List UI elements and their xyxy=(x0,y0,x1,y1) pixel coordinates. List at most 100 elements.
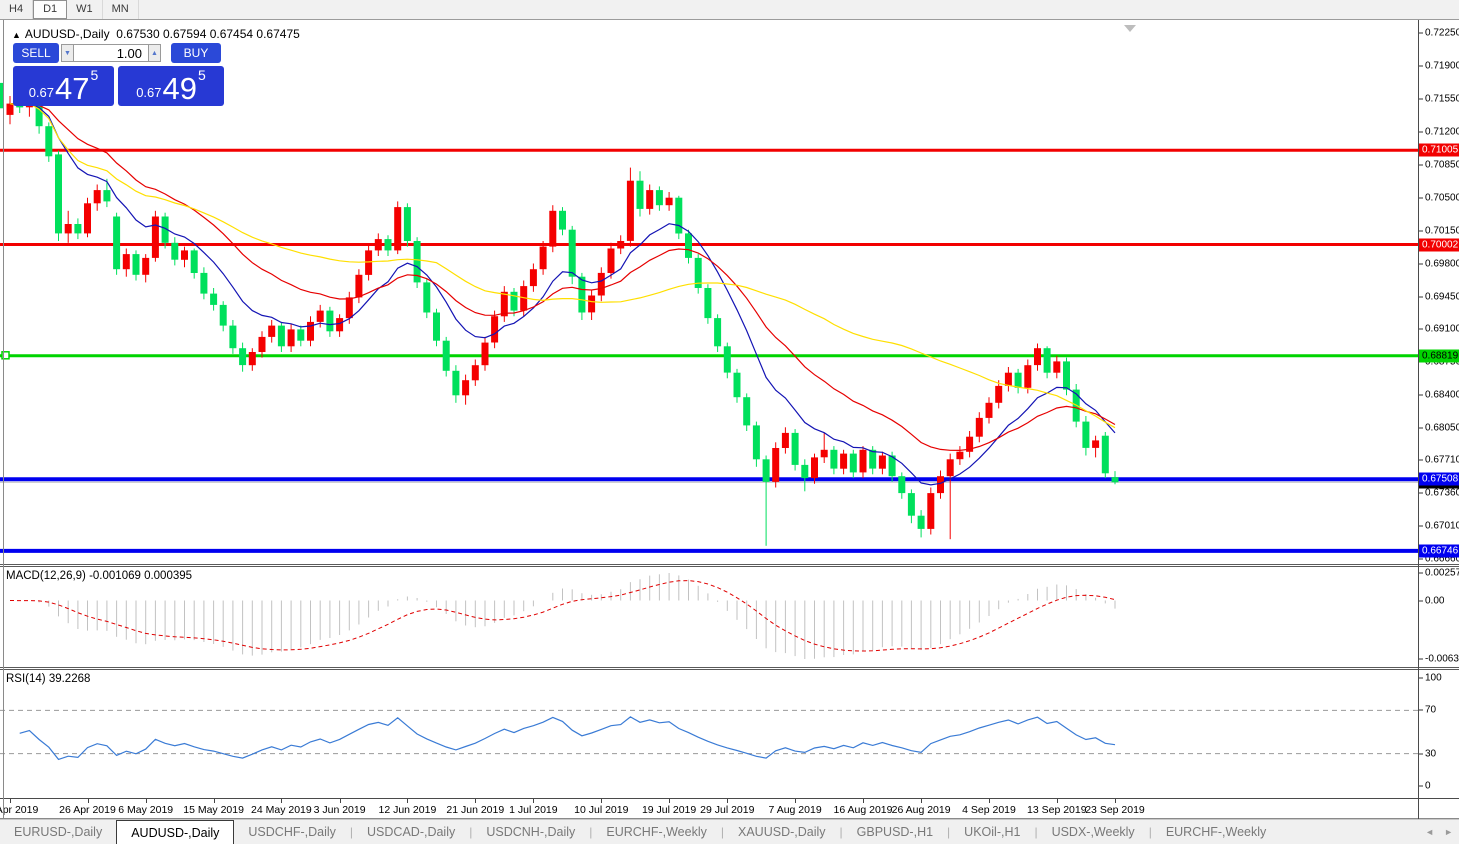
volume-decrease-button[interactable]: ▼ xyxy=(61,44,74,62)
tab-scroll-right-icon[interactable]: ► xyxy=(1444,827,1453,837)
chart-shift-marker xyxy=(1124,25,1136,32)
date-label: 7 Aug 2019 xyxy=(768,804,822,816)
date-label: 29 Jul 2019 xyxy=(700,804,755,816)
rsi-chart[interactable] xyxy=(0,670,1418,798)
triangle-up-icon: ▲ xyxy=(151,49,158,57)
tab-scroll-left-icon[interactable]: ◄ xyxy=(1425,827,1434,837)
date-label: 23 Sep 2019 xyxy=(1085,804,1145,816)
price-tick-label: 0.70850 xyxy=(1419,159,1459,170)
price-tick-label: 0.69800 xyxy=(1419,258,1459,269)
buy-price-prefix: 0.67 xyxy=(136,85,162,100)
date-label: 10 Jul 2019 xyxy=(574,804,629,816)
triangle-down-icon: ▼ xyxy=(64,49,71,57)
date-tick xyxy=(669,799,671,803)
macd-label: MACD(12,26,9) -0.001069 0.000395 xyxy=(6,570,193,582)
sell-price-prefix: 0.67 xyxy=(28,85,55,100)
timeframe-button-d1[interactable]: D1 xyxy=(33,0,68,19)
date-label: 15 May 2019 xyxy=(183,804,244,816)
macd-panel[interactable]: MACD(12,26,9) -0.001069 0.000395 0.00257… xyxy=(0,567,1459,667)
price-axis[interactable]: 0.72250 0.71900 0.71550 0.71200 0.70850 0.705… xyxy=(1419,20,1459,565)
sell-button[interactable]: SELL xyxy=(13,43,59,63)
chart-tab-eurusd-daily[interactable]: EURUSD-,Daily xyxy=(0,820,116,844)
rsi-axis[interactable]: 100 70 30 0 xyxy=(1419,670,1459,798)
level-price-label: 0.66746 xyxy=(1419,544,1459,558)
date-label: 24 May 2019 xyxy=(251,804,312,816)
chart-tab-audusd-daily[interactable]: AUDUSD-,Daily xyxy=(116,820,235,844)
date-tick xyxy=(601,799,603,803)
price-tick-label: 0.67360 xyxy=(1419,488,1459,499)
price-tick-label: 0.71200 xyxy=(1419,126,1459,137)
date-tick xyxy=(727,799,729,803)
date-label: 16 Apr 2019 xyxy=(0,804,39,816)
date-tick xyxy=(795,799,797,803)
date-label: 16 Aug 2019 xyxy=(833,804,893,816)
rsi-panel[interactable]: RSI(14) 39.2268 100 70 30 0 xyxy=(0,670,1459,798)
window-border xyxy=(3,20,4,819)
date-label: 26 Apr 2019 xyxy=(59,804,116,816)
chart-tab-eurchf-weekly[interactable]: EURCHF-,Weekly xyxy=(592,820,720,844)
date-tick xyxy=(863,799,864,803)
timeframe-button-mn[interactable]: MN xyxy=(103,0,139,19)
timeframe-button-h4[interactable]: H4 xyxy=(0,0,34,19)
rsi-scale-label: 30 xyxy=(1419,748,1436,759)
chart-header: ▲ AUDUSD-,Daily 0.67530 0.67594 0.67454 0… xyxy=(12,27,300,41)
chart-tab-gbpusd-h1[interactable]: GBPUSD-,H1 xyxy=(843,820,947,844)
date-tick xyxy=(10,799,11,803)
price-tick-label: 0.71900 xyxy=(1419,60,1459,71)
chart-tab-usdx-weekly[interactable]: USDX-,Weekly xyxy=(1038,820,1149,844)
rsi-scale-label: 100 xyxy=(1419,673,1442,684)
trading-platform-window: H4 D1 W1 MN ▲ AUDUSD-,Daily 0.67530 0.67594 … xyxy=(0,0,1459,844)
collapse-triangle-icon[interactable]: ▲ xyxy=(12,30,21,40)
chart-tab-xauusd-daily[interactable]: XAUUSD-,Daily xyxy=(724,820,840,844)
buy-button[interactable]: BUY xyxy=(171,43,221,63)
date-axis[interactable]: 16 Apr 2019 26 Apr 20196 May 2019 15 May 2… xyxy=(0,798,1459,819)
price-tick-label: 0.67010 xyxy=(1419,521,1459,532)
price-tick-label: 0.69450 xyxy=(1419,291,1459,302)
price-tick-label: 0.70150 xyxy=(1419,225,1459,236)
axis-separator xyxy=(1418,20,1419,819)
price-tick-label: 0.71550 xyxy=(1419,93,1459,104)
buy-price-button[interactable]: 0.67 49 5 xyxy=(118,66,224,106)
date-tick xyxy=(213,799,215,803)
date-label: 21 Jun 2019 xyxy=(446,804,505,816)
level-price-label: 0.70002 xyxy=(1419,238,1459,251)
chart-tab-usdcnh-daily[interactable]: USDCNH-,Daily xyxy=(472,820,589,844)
chart-tab-eurchf-weekly[interactable]: EURCHF-,Weekly xyxy=(1152,820,1280,844)
price-tick-label: 0.68050 xyxy=(1419,423,1459,434)
date-tick xyxy=(1056,799,1058,803)
main-chart-panel[interactable]: ▲ AUDUSD-,Daily 0.67530 0.67594 0.67454 0… xyxy=(0,20,1459,565)
date-tick xyxy=(921,799,923,803)
level-price-label: 0.68819 xyxy=(1419,349,1459,363)
date-label: 6 May 2019 xyxy=(118,804,174,816)
date-tick xyxy=(87,799,89,803)
date-tick xyxy=(1115,799,1116,803)
chart-tab-ukoil-h1[interactable]: UKOil-,H1 xyxy=(950,820,1034,844)
macd-scale-label: 0.002574 xyxy=(1419,568,1459,579)
one-click-trading-widget: SELL ▼ ▲ BUY 0.67475 0.67495 xyxy=(13,43,224,106)
symbol-label: AUDUSD-,Daily xyxy=(24,27,110,41)
date-label: 13 Sep 2019 xyxy=(1027,804,1087,816)
date-label: 19 Jul 2019 xyxy=(641,804,697,816)
price-tick-label: 0.67710 xyxy=(1419,455,1459,466)
ohlc-values: 0.67530 0.67594 0.67454 0.67475 xyxy=(116,27,300,41)
date-tick xyxy=(989,799,990,803)
timeframe-button-w1[interactable]: W1 xyxy=(67,0,103,19)
sell-price-button[interactable]: 0.67 47 5 xyxy=(13,66,114,106)
sell-price-sup: 5 xyxy=(90,67,99,83)
date-tick xyxy=(475,799,477,803)
price-tick-label: 0.72250 xyxy=(1419,28,1459,39)
chart-tab-usdchf-daily[interactable]: USDCHF-,Daily xyxy=(234,820,350,844)
macd-scale-label: 0.00 xyxy=(1419,595,1444,606)
date-tick xyxy=(533,799,535,803)
volume-input[interactable] xyxy=(74,44,148,62)
rsi-label: RSI(14) 39.2268 xyxy=(6,673,91,685)
chart-tab-usdcad-daily[interactable]: USDCAD-,Daily xyxy=(353,820,469,844)
volume-increase-button[interactable]: ▲ xyxy=(148,44,161,62)
buy-price-sup: 5 xyxy=(198,67,206,83)
level-price-label: 0.71005 xyxy=(1419,143,1459,157)
macd-chart[interactable] xyxy=(0,567,1418,667)
date-label: 12 Jun 2019 xyxy=(378,804,437,816)
sell-price-big: 47 xyxy=(55,71,90,106)
date-tick xyxy=(145,799,147,803)
macd-axis[interactable]: 0.002574 0.00 -0.006326 xyxy=(1419,567,1459,667)
